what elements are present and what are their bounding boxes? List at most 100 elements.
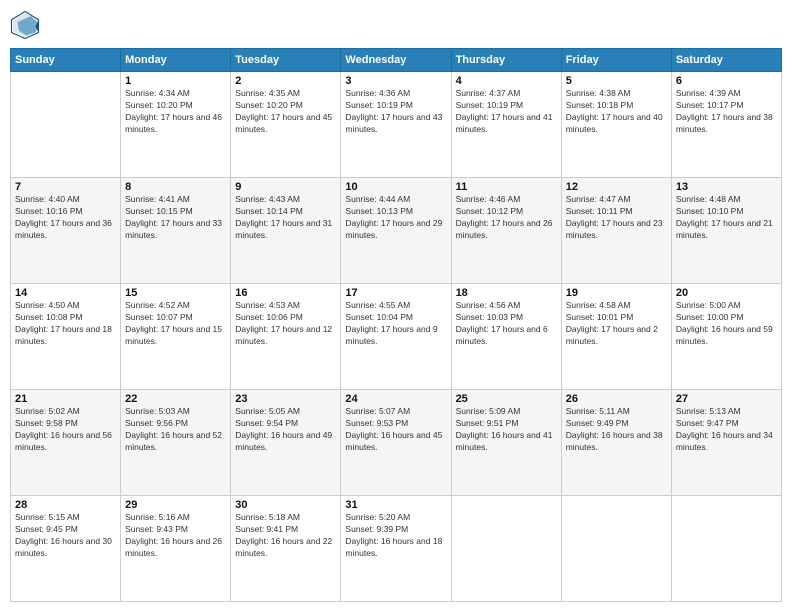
day-number: 15 bbox=[125, 287, 226, 299]
day-info: Sunrise: 4:36 AMSunset: 10:19 PMDaylight… bbox=[345, 88, 446, 136]
day-number: 9 bbox=[235, 181, 336, 193]
day-number: 11 bbox=[456, 181, 557, 193]
calendar-cell: 16Sunrise: 4:53 AMSunset: 10:06 PMDaylig… bbox=[231, 284, 341, 390]
calendar-cell: 20Sunrise: 5:00 AMSunset: 10:00 PMDaylig… bbox=[671, 284, 781, 390]
day-info: Sunrise: 5:13 AMSunset: 9:47 PMDaylight:… bbox=[676, 406, 777, 454]
day-info: Sunrise: 4:56 AMSunset: 10:03 PMDaylight… bbox=[456, 300, 557, 348]
calendar-cell: 17Sunrise: 4:55 AMSunset: 10:04 PMDaylig… bbox=[341, 284, 451, 390]
logo bbox=[10, 10, 44, 40]
calendar-cell: 26Sunrise: 5:11 AMSunset: 9:49 PMDayligh… bbox=[561, 390, 671, 496]
day-info: Sunrise: 5:00 AMSunset: 10:00 PMDaylight… bbox=[676, 300, 777, 348]
calendar-week-row: 7Sunrise: 4:40 AMSunset: 10:16 PMDayligh… bbox=[11, 178, 782, 284]
calendar-week-row: 28Sunrise: 5:15 AMSunset: 9:45 PMDayligh… bbox=[11, 496, 782, 602]
day-info: Sunrise: 5:18 AMSunset: 9:41 PMDaylight:… bbox=[235, 512, 336, 560]
calendar-cell: 21Sunrise: 5:02 AMSunset: 9:58 PMDayligh… bbox=[11, 390, 121, 496]
calendar-cell: 18Sunrise: 4:56 AMSunset: 10:03 PMDaylig… bbox=[451, 284, 561, 390]
calendar-cell bbox=[671, 496, 781, 602]
calendar-cell: 14Sunrise: 4:50 AMSunset: 10:08 PMDaylig… bbox=[11, 284, 121, 390]
day-info: Sunrise: 4:47 AMSunset: 10:11 PMDaylight… bbox=[566, 194, 667, 242]
calendar-cell: 4Sunrise: 4:37 AMSunset: 10:19 PMDayligh… bbox=[451, 72, 561, 178]
calendar-week-row: 1Sunrise: 4:34 AMSunset: 10:20 PMDayligh… bbox=[11, 72, 782, 178]
day-info: Sunrise: 5:09 AMSunset: 9:51 PMDaylight:… bbox=[456, 406, 557, 454]
day-info: Sunrise: 4:37 AMSunset: 10:19 PMDaylight… bbox=[456, 88, 557, 136]
day-number: 18 bbox=[456, 287, 557, 299]
calendar-cell: 2Sunrise: 4:35 AMSunset: 10:20 PMDayligh… bbox=[231, 72, 341, 178]
calendar-cell: 5Sunrise: 4:38 AMSunset: 10:18 PMDayligh… bbox=[561, 72, 671, 178]
weekday-header: Sunday bbox=[11, 49, 121, 72]
calendar-cell: 23Sunrise: 5:05 AMSunset: 9:54 PMDayligh… bbox=[231, 390, 341, 496]
calendar-cell: 27Sunrise: 5:13 AMSunset: 9:47 PMDayligh… bbox=[671, 390, 781, 496]
day-number: 16 bbox=[235, 287, 336, 299]
calendar-cell: 30Sunrise: 5:18 AMSunset: 9:41 PMDayligh… bbox=[231, 496, 341, 602]
day-number: 3 bbox=[345, 75, 446, 87]
calendar-cell: 1Sunrise: 4:34 AMSunset: 10:20 PMDayligh… bbox=[121, 72, 231, 178]
day-number: 22 bbox=[125, 393, 226, 405]
day-info: Sunrise: 4:43 AMSunset: 10:14 PMDaylight… bbox=[235, 194, 336, 242]
calendar-cell bbox=[561, 496, 671, 602]
day-number: 19 bbox=[566, 287, 667, 299]
calendar-cell: 7Sunrise: 4:40 AMSunset: 10:16 PMDayligh… bbox=[11, 178, 121, 284]
day-number: 24 bbox=[345, 393, 446, 405]
day-number: 2 bbox=[235, 75, 336, 87]
calendar-cell: 11Sunrise: 4:46 AMSunset: 10:12 PMDaylig… bbox=[451, 178, 561, 284]
day-info: Sunrise: 4:46 AMSunset: 10:12 PMDaylight… bbox=[456, 194, 557, 242]
weekday-header: Saturday bbox=[671, 49, 781, 72]
day-number: 14 bbox=[15, 287, 116, 299]
day-info: Sunrise: 4:48 AMSunset: 10:10 PMDaylight… bbox=[676, 194, 777, 242]
day-info: Sunrise: 4:55 AMSunset: 10:04 PMDaylight… bbox=[345, 300, 446, 348]
weekday-header: Monday bbox=[121, 49, 231, 72]
day-info: Sunrise: 4:58 AMSunset: 10:01 PMDaylight… bbox=[566, 300, 667, 348]
day-number: 21 bbox=[15, 393, 116, 405]
day-info: Sunrise: 5:03 AMSunset: 9:56 PMDaylight:… bbox=[125, 406, 226, 454]
day-info: Sunrise: 4:38 AMSunset: 10:18 PMDaylight… bbox=[566, 88, 667, 136]
weekday-header: Wednesday bbox=[341, 49, 451, 72]
day-info: Sunrise: 4:44 AMSunset: 10:13 PMDaylight… bbox=[345, 194, 446, 242]
header bbox=[10, 10, 782, 40]
calendar-table: SundayMondayTuesdayWednesdayThursdayFrid… bbox=[10, 48, 782, 602]
calendar-cell: 3Sunrise: 4:36 AMSunset: 10:19 PMDayligh… bbox=[341, 72, 451, 178]
calendar-cell: 10Sunrise: 4:44 AMSunset: 10:13 PMDaylig… bbox=[341, 178, 451, 284]
day-info: Sunrise: 4:41 AMSunset: 10:15 PMDaylight… bbox=[125, 194, 226, 242]
calendar-cell: 28Sunrise: 5:15 AMSunset: 9:45 PMDayligh… bbox=[11, 496, 121, 602]
day-number: 6 bbox=[676, 75, 777, 87]
day-info: Sunrise: 5:15 AMSunset: 9:45 PMDaylight:… bbox=[15, 512, 116, 560]
day-number: 12 bbox=[566, 181, 667, 193]
calendar-cell: 22Sunrise: 5:03 AMSunset: 9:56 PMDayligh… bbox=[121, 390, 231, 496]
day-number: 5 bbox=[566, 75, 667, 87]
calendar-cell: 13Sunrise: 4:48 AMSunset: 10:10 PMDaylig… bbox=[671, 178, 781, 284]
calendar-cell: 15Sunrise: 4:52 AMSunset: 10:07 PMDaylig… bbox=[121, 284, 231, 390]
calendar-week-row: 14Sunrise: 4:50 AMSunset: 10:08 PMDaylig… bbox=[11, 284, 782, 390]
calendar-cell: 12Sunrise: 4:47 AMSunset: 10:11 PMDaylig… bbox=[561, 178, 671, 284]
day-info: Sunrise: 4:40 AMSunset: 10:16 PMDaylight… bbox=[15, 194, 116, 242]
day-info: Sunrise: 5:20 AMSunset: 9:39 PMDaylight:… bbox=[345, 512, 446, 560]
day-info: Sunrise: 5:11 AMSunset: 9:49 PMDaylight:… bbox=[566, 406, 667, 454]
calendar-cell bbox=[11, 72, 121, 178]
calendar-cell: 8Sunrise: 4:41 AMSunset: 10:15 PMDayligh… bbox=[121, 178, 231, 284]
calendar-cell: 24Sunrise: 5:07 AMSunset: 9:53 PMDayligh… bbox=[341, 390, 451, 496]
day-info: Sunrise: 4:50 AMSunset: 10:08 PMDaylight… bbox=[15, 300, 116, 348]
logo-icon bbox=[10, 10, 40, 40]
day-number: 13 bbox=[676, 181, 777, 193]
day-number: 28 bbox=[15, 499, 116, 511]
day-info: Sunrise: 4:35 AMSunset: 10:20 PMDaylight… bbox=[235, 88, 336, 136]
day-info: Sunrise: 5:07 AMSunset: 9:53 PMDaylight:… bbox=[345, 406, 446, 454]
day-number: 17 bbox=[345, 287, 446, 299]
day-number: 7 bbox=[15, 181, 116, 193]
day-number: 4 bbox=[456, 75, 557, 87]
day-info: Sunrise: 5:16 AMSunset: 9:43 PMDaylight:… bbox=[125, 512, 226, 560]
calendar-cell bbox=[451, 496, 561, 602]
day-number: 8 bbox=[125, 181, 226, 193]
day-number: 30 bbox=[235, 499, 336, 511]
day-number: 20 bbox=[676, 287, 777, 299]
day-number: 23 bbox=[235, 393, 336, 405]
weekday-header: Friday bbox=[561, 49, 671, 72]
day-number: 25 bbox=[456, 393, 557, 405]
day-info: Sunrise: 4:52 AMSunset: 10:07 PMDaylight… bbox=[125, 300, 226, 348]
calendar-cell: 19Sunrise: 4:58 AMSunset: 10:01 PMDaylig… bbox=[561, 284, 671, 390]
day-info: Sunrise: 5:05 AMSunset: 9:54 PMDaylight:… bbox=[235, 406, 336, 454]
day-info: Sunrise: 4:53 AMSunset: 10:06 PMDaylight… bbox=[235, 300, 336, 348]
calendar-cell: 6Sunrise: 4:39 AMSunset: 10:17 PMDayligh… bbox=[671, 72, 781, 178]
day-info: Sunrise: 5:02 AMSunset: 9:58 PMDaylight:… bbox=[15, 406, 116, 454]
weekday-header: Tuesday bbox=[231, 49, 341, 72]
calendar-header-row: SundayMondayTuesdayWednesdayThursdayFrid… bbox=[11, 49, 782, 72]
